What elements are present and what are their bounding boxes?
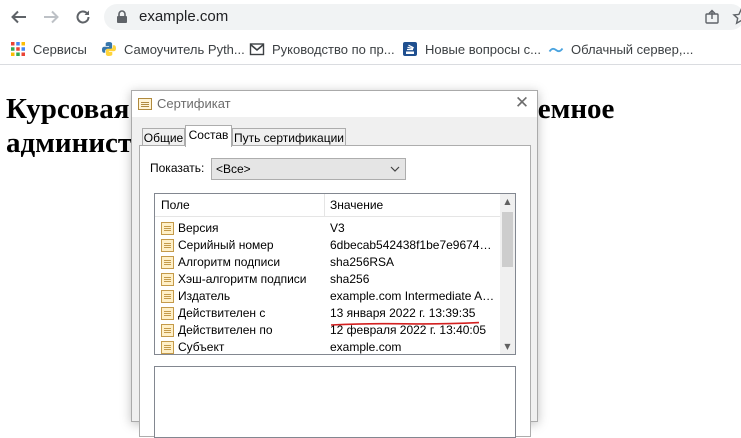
field-value: 12 февраля 2022 г. 13:40:05 <box>330 323 487 337</box>
chevron-down-icon <box>390 159 400 187</box>
bookmark-label: Облачный сервер,... <box>571 41 694 57</box>
field-icon <box>161 307 174 320</box>
browser-toolbar: example.com <box>0 0 741 34</box>
field-icon <box>161 324 174 337</box>
field-name: Субъект <box>178 340 225 354</box>
back-button[interactable] <box>8 6 30 28</box>
stackoverflow-icon <box>402 41 418 57</box>
scroll-down-icon[interactable]: ▼ <box>500 339 515 354</box>
details-panel: Показать: <Все> Поле Значение Версия V3 <box>139 145 531 438</box>
share-icon[interactable] <box>704 9 720 25</box>
field-icon <box>161 239 174 252</box>
python-icon <box>101 41 117 57</box>
dialog-title: Сертификат <box>157 96 231 111</box>
gmail-icon <box>249 41 265 57</box>
field-icon <box>161 222 174 235</box>
field-name: Алгоритм подписи <box>178 255 281 269</box>
field-name: Действителен по <box>178 323 273 337</box>
field-name: Серийный номер <box>178 238 274 252</box>
bookmark-label: Руководство по пр... <box>272 41 395 57</box>
show-dropdown-value: <Все> <box>216 162 251 176</box>
field-value: example.com Intermediate Au... <box>330 289 498 303</box>
field-name: Хэш-алгоритм подписи <box>178 272 307 286</box>
tab-certification-path[interactable]: Путь сертификации <box>232 128 346 146</box>
reload-icon <box>76 10 90 24</box>
dialog-titlebar[interactable]: Сертификат ✕ <box>132 91 537 117</box>
reload-button[interactable] <box>72 6 94 28</box>
field-name: Действителен с <box>178 306 266 320</box>
vertical-scrollbar[interactable]: ▲ ▼ <box>500 194 515 354</box>
bookmark-guide[interactable]: Руководство по пр... <box>249 40 395 58</box>
list-item[interactable]: Хэш-алгоритм подписи sha256 <box>155 271 500 288</box>
list-item[interactable]: Действителен с 13 января 2022 г. 13:39:3… <box>155 305 500 326</box>
close-button[interactable]: ✕ <box>512 93 532 113</box>
forward-arrow-icon <box>44 10 59 24</box>
field-icon <box>161 256 174 269</box>
field-name: Версия <box>178 221 219 235</box>
field-value: 6dbecab542438f1be7e9674bb... <box>330 238 498 252</box>
list-item[interactable]: Версия V3 <box>155 220 500 237</box>
scroll-thumb[interactable] <box>502 212 513 267</box>
forward-button[interactable] <box>40 6 62 28</box>
bookmark-cloud-server[interactable]: Облачный сервер,... <box>548 40 693 58</box>
back-arrow-icon <box>11 10 26 24</box>
column-header-value[interactable]: Значение <box>330 194 383 216</box>
certificate-dialog: Сертификат ✕ Общие Состав Путь сертифика… <box>131 90 538 438</box>
bookmark-label: Самоучитель Pyth... <box>124 41 245 57</box>
field-value: 13 января 2022 г. 13:39:35 <box>330 306 476 320</box>
list-header: Поле Значение <box>155 194 500 217</box>
field-icon <box>161 273 174 286</box>
field-value: V3 <box>330 221 345 235</box>
field-value: example.com <box>330 340 402 354</box>
address-bar[interactable]: example.com <box>104 4 741 30</box>
url-text: example.com <box>139 8 229 25</box>
bookmark-label: Новые вопросы с... <box>425 41 541 57</box>
scroll-up-icon[interactable]: ▲ <box>500 194 515 209</box>
field-icon <box>161 290 174 303</box>
column-divider[interactable] <box>324 194 325 216</box>
list-item[interactable]: Издатель example.com Intermediate Au... <box>155 288 500 305</box>
cloud-icon <box>548 41 564 57</box>
list-item[interactable]: Субъект example.com <box>155 339 500 354</box>
show-dropdown[interactable]: <Все> <box>211 158 406 180</box>
field-value: sha256RSA <box>330 255 395 269</box>
list-item[interactable]: Действителен по 12 февраля 2022 г. 13:40… <box>155 322 500 339</box>
bookmark-star-icon[interactable] <box>732 8 741 26</box>
certificate-icon <box>138 98 152 110</box>
field-value: sha256 <box>330 272 370 286</box>
column-header-field[interactable]: Поле <box>161 194 190 216</box>
bookmarks-bar: Сервисы Самоучитель Pyth... Руководство … <box>0 34 741 65</box>
list-item[interactable]: Алгоритм подписи sha256RSA <box>155 254 500 271</box>
bookmark-new-questions[interactable]: Новые вопросы с... <box>402 40 541 58</box>
bookmark-python-tutorial[interactable]: Самоучитель Pyth... <box>101 40 245 58</box>
tab-details[interactable]: Состав <box>185 125 232 147</box>
show-label: Показать: <box>150 161 205 175</box>
bookmark-label: Сервисы <box>33 41 87 57</box>
lock-icon <box>117 10 127 23</box>
fields-list[interactable]: Поле Значение Версия V3 Серийный номер 6… <box>154 193 516 355</box>
list-item[interactable]: Серийный номер 6dbecab542438f1be7e9674bb… <box>155 237 500 254</box>
field-icon <box>161 341 174 354</box>
apps-grid-icon <box>10 41 26 57</box>
field-name: Издатель <box>178 289 231 303</box>
bookmark-services[interactable]: Сервисы <box>10 40 87 58</box>
field-detail-box[interactable] <box>154 366 516 438</box>
tab-general[interactable]: Общие <box>142 128 185 146</box>
